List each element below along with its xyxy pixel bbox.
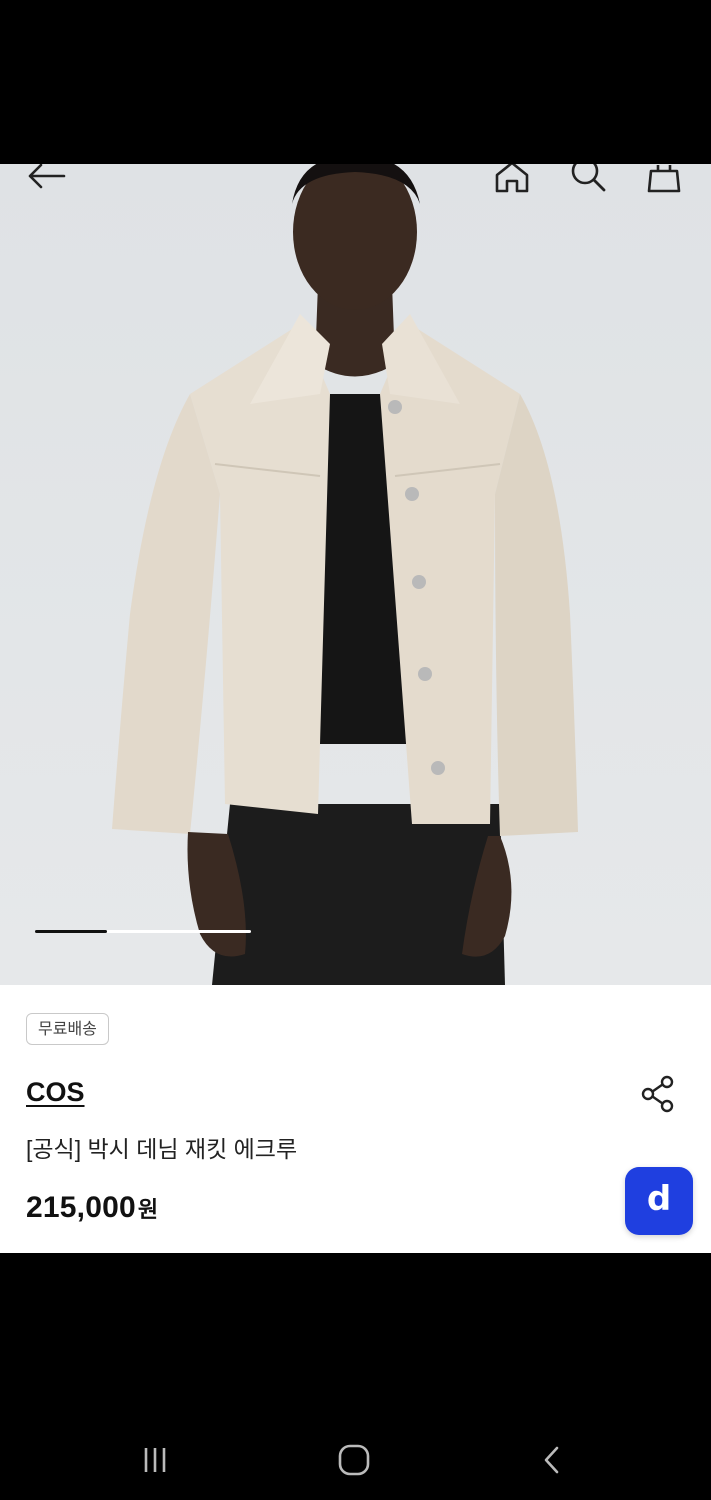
- brand-link[interactable]: COS: [26, 1077, 85, 1108]
- system-navigation-bar: [0, 1400, 711, 1500]
- carousel-progress-active: [35, 930, 107, 933]
- price-unit: 원: [137, 1197, 159, 1222]
- product-image[interactable]: [0, 164, 711, 985]
- recent-apps-icon[interactable]: [133, 1440, 177, 1480]
- carousel-progress: [35, 930, 251, 933]
- back-chevron-icon[interactable]: [531, 1440, 575, 1480]
- free-shipping-badge: 무료배송: [26, 1013, 109, 1045]
- search-icon[interactable]: [566, 164, 610, 198]
- home-circle-icon[interactable]: [332, 1440, 376, 1480]
- shopping-bag-icon[interactable]: [642, 164, 686, 198]
- screen: 무료배송 COS [공식] 박시 데님 재킷 에크루 215,000원 d: [0, 0, 711, 1500]
- app-floating-button[interactable]: d: [625, 1167, 693, 1235]
- price-amount: 215,000: [26, 1191, 136, 1224]
- model-photo: [112, 164, 578, 985]
- product-price: 215,000원: [26, 1191, 158, 1225]
- app-logo-icon: d: [646, 1179, 672, 1219]
- share-icon[interactable]: [638, 1074, 678, 1114]
- back-arrow-icon[interactable]: [24, 164, 68, 196]
- product-title: [공식] 박시 데님 재킷 에크루: [26, 1136, 298, 1162]
- product-info-panel: 무료배송 COS [공식] 박시 데님 재킷 에크루 215,000원 d: [0, 985, 711, 1253]
- home-icon[interactable]: [490, 164, 534, 198]
